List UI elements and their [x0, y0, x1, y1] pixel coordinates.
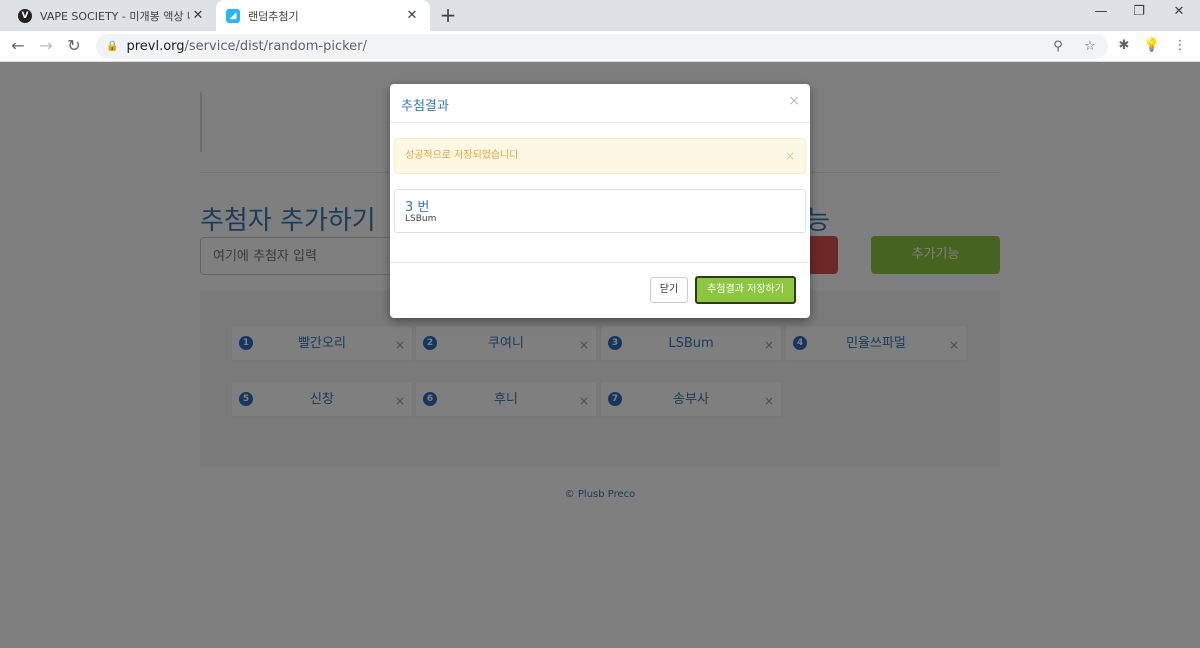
tab-strip: V VAPE SOCIETY - 미개봉 액상 나 ✕ ◢ 랜덤추첨기 ✕ + …	[0, 0, 1200, 31]
tab-vape-society[interactable]: V VAPE SOCIETY - 미개봉 액상 나 ✕	[8, 0, 216, 31]
zoom-icon[interactable]: ⚲	[1046, 34, 1070, 59]
close-button[interactable]: 닫기	[650, 277, 688, 303]
tab-random-picker[interactable]: ◢ 랜덤추첨기 ✕	[216, 0, 430, 31]
modal-title: 추첨결과	[401, 99, 449, 114]
reload-icon[interactable]: ↻	[62, 34, 86, 58]
extensions-icon[interactable]: ✱	[1112, 34, 1136, 58]
tab-title: 랜덤추첨기	[248, 9, 299, 23]
address-bar[interactable]: 🔒 prevl.org/service/dist/random-picker/ …	[96, 34, 1108, 59]
window-close-button[interactable]: ✕	[1159, 0, 1199, 26]
lock-icon: 🔒	[106, 41, 119, 52]
tab-close-icon[interactable]: ✕	[404, 8, 420, 23]
modal-footer-divider	[390, 262, 810, 263]
result-number: 3 번	[405, 200, 430, 215]
modal-close-icon[interactable]: ×	[788, 93, 800, 109]
alert-close-icon[interactable]: ×	[785, 139, 795, 173]
lightbulb-icon[interactable]: 💡	[1140, 34, 1164, 58]
modal-header: 추첨결과 ×	[390, 84, 810, 123]
minimize-button[interactable]: —	[1081, 0, 1121, 26]
result-modal: 추첨결과 × 성공적으로 저장되었습니다 × 3 번 LSBum 닫기 추첨결과…	[390, 84, 810, 318]
result-card: 3 번 LSBum	[394, 189, 806, 233]
bookmark-star-icon[interactable]: ☆	[1078, 34, 1102, 59]
random-picker-favicon-icon: ◢	[226, 8, 240, 23]
new-tab-button[interactable]: +	[437, 4, 459, 26]
vape-society-favicon-icon: V	[18, 8, 32, 23]
result-name: LSBum	[405, 214, 437, 224]
menu-icon[interactable]: ⋮	[1168, 34, 1192, 58]
forward-arrow-icon[interactable]: →	[34, 34, 58, 58]
browser-toolbar: ← → ↻ 🔒 prevl.org/service/dist/random-pi…	[0, 31, 1200, 62]
tab-title: VAPE SOCIETY - 미개봉 액상 나	[40, 9, 190, 23]
save-result-button[interactable]: 추첨결과 저장하기	[695, 276, 796, 304]
url-path: /service/dist/random-picker/	[184, 39, 367, 54]
url-host: prevl.org	[126, 39, 185, 54]
success-alert: 성공적으로 저장되었습니다 ×	[394, 138, 806, 174]
alert-message: 성공적으로 저장되었습니다	[405, 150, 519, 161]
tab-close-icon[interactable]: ✕	[190, 8, 206, 23]
restore-button[interactable]: ❐	[1119, 0, 1159, 26]
back-arrow-icon[interactable]: ←	[6, 34, 30, 58]
